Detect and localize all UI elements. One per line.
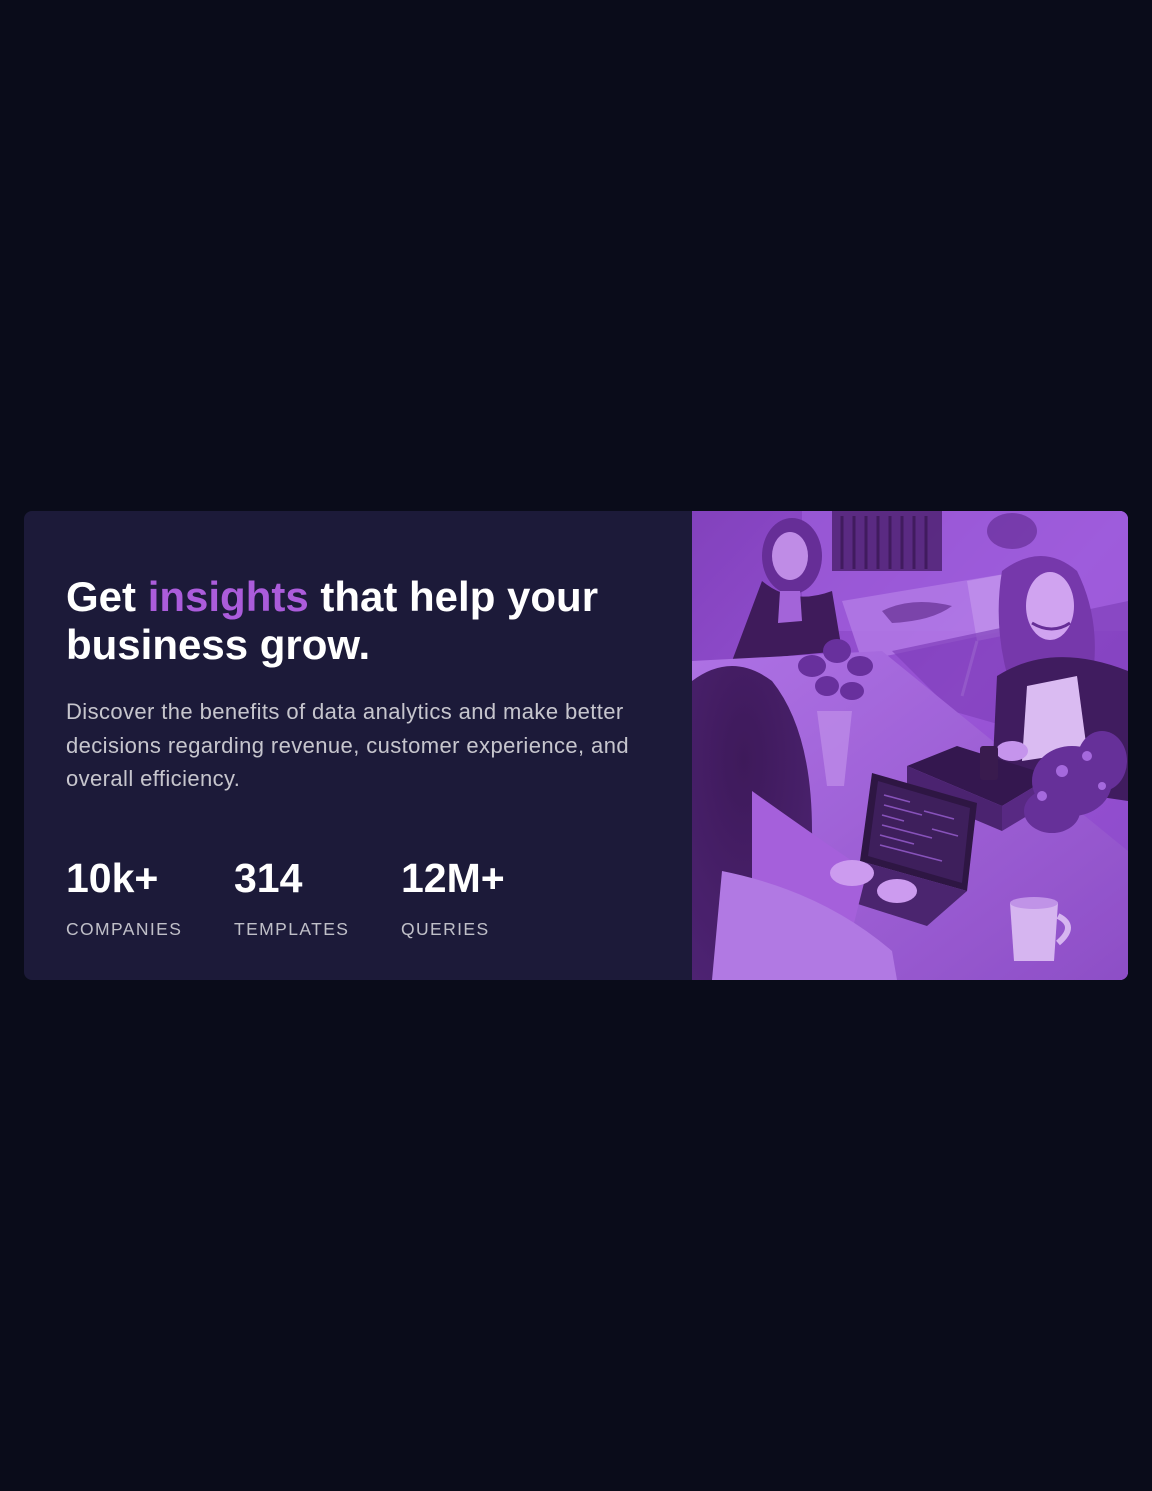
stat-value: 10k+ [66, 855, 159, 901]
stats-row: 10k+ COMPANIES 314 TEMPLATES 12M+ QUERIE… [66, 855, 561, 939]
headline-before: Get [66, 573, 148, 620]
stat-templates: 314 TEMPLATES [234, 855, 401, 939]
stat-label: TEMPLATES [234, 919, 350, 939]
team-meeting-photo-icon [692, 511, 1128, 980]
stat-label: QUERIES [401, 919, 490, 939]
stat-companies: 10k+ COMPANIES [66, 855, 234, 939]
stat-value: 314 [234, 855, 303, 901]
stat-label: COMPANIES [66, 919, 183, 939]
description: Discover the benefits of data analytics … [66, 699, 629, 791]
headline-accent: insights [147, 573, 309, 620]
stat-value: 12M+ [401, 855, 505, 901]
stat-queries: 12M+ QUERIES [401, 855, 561, 939]
headline: Get insights that help your business gro… [66, 573, 646, 669]
stats-preview-card: Get insights that help your business gro… [24, 511, 1128, 980]
card-content: Get insights that help your business gro… [24, 511, 692, 980]
